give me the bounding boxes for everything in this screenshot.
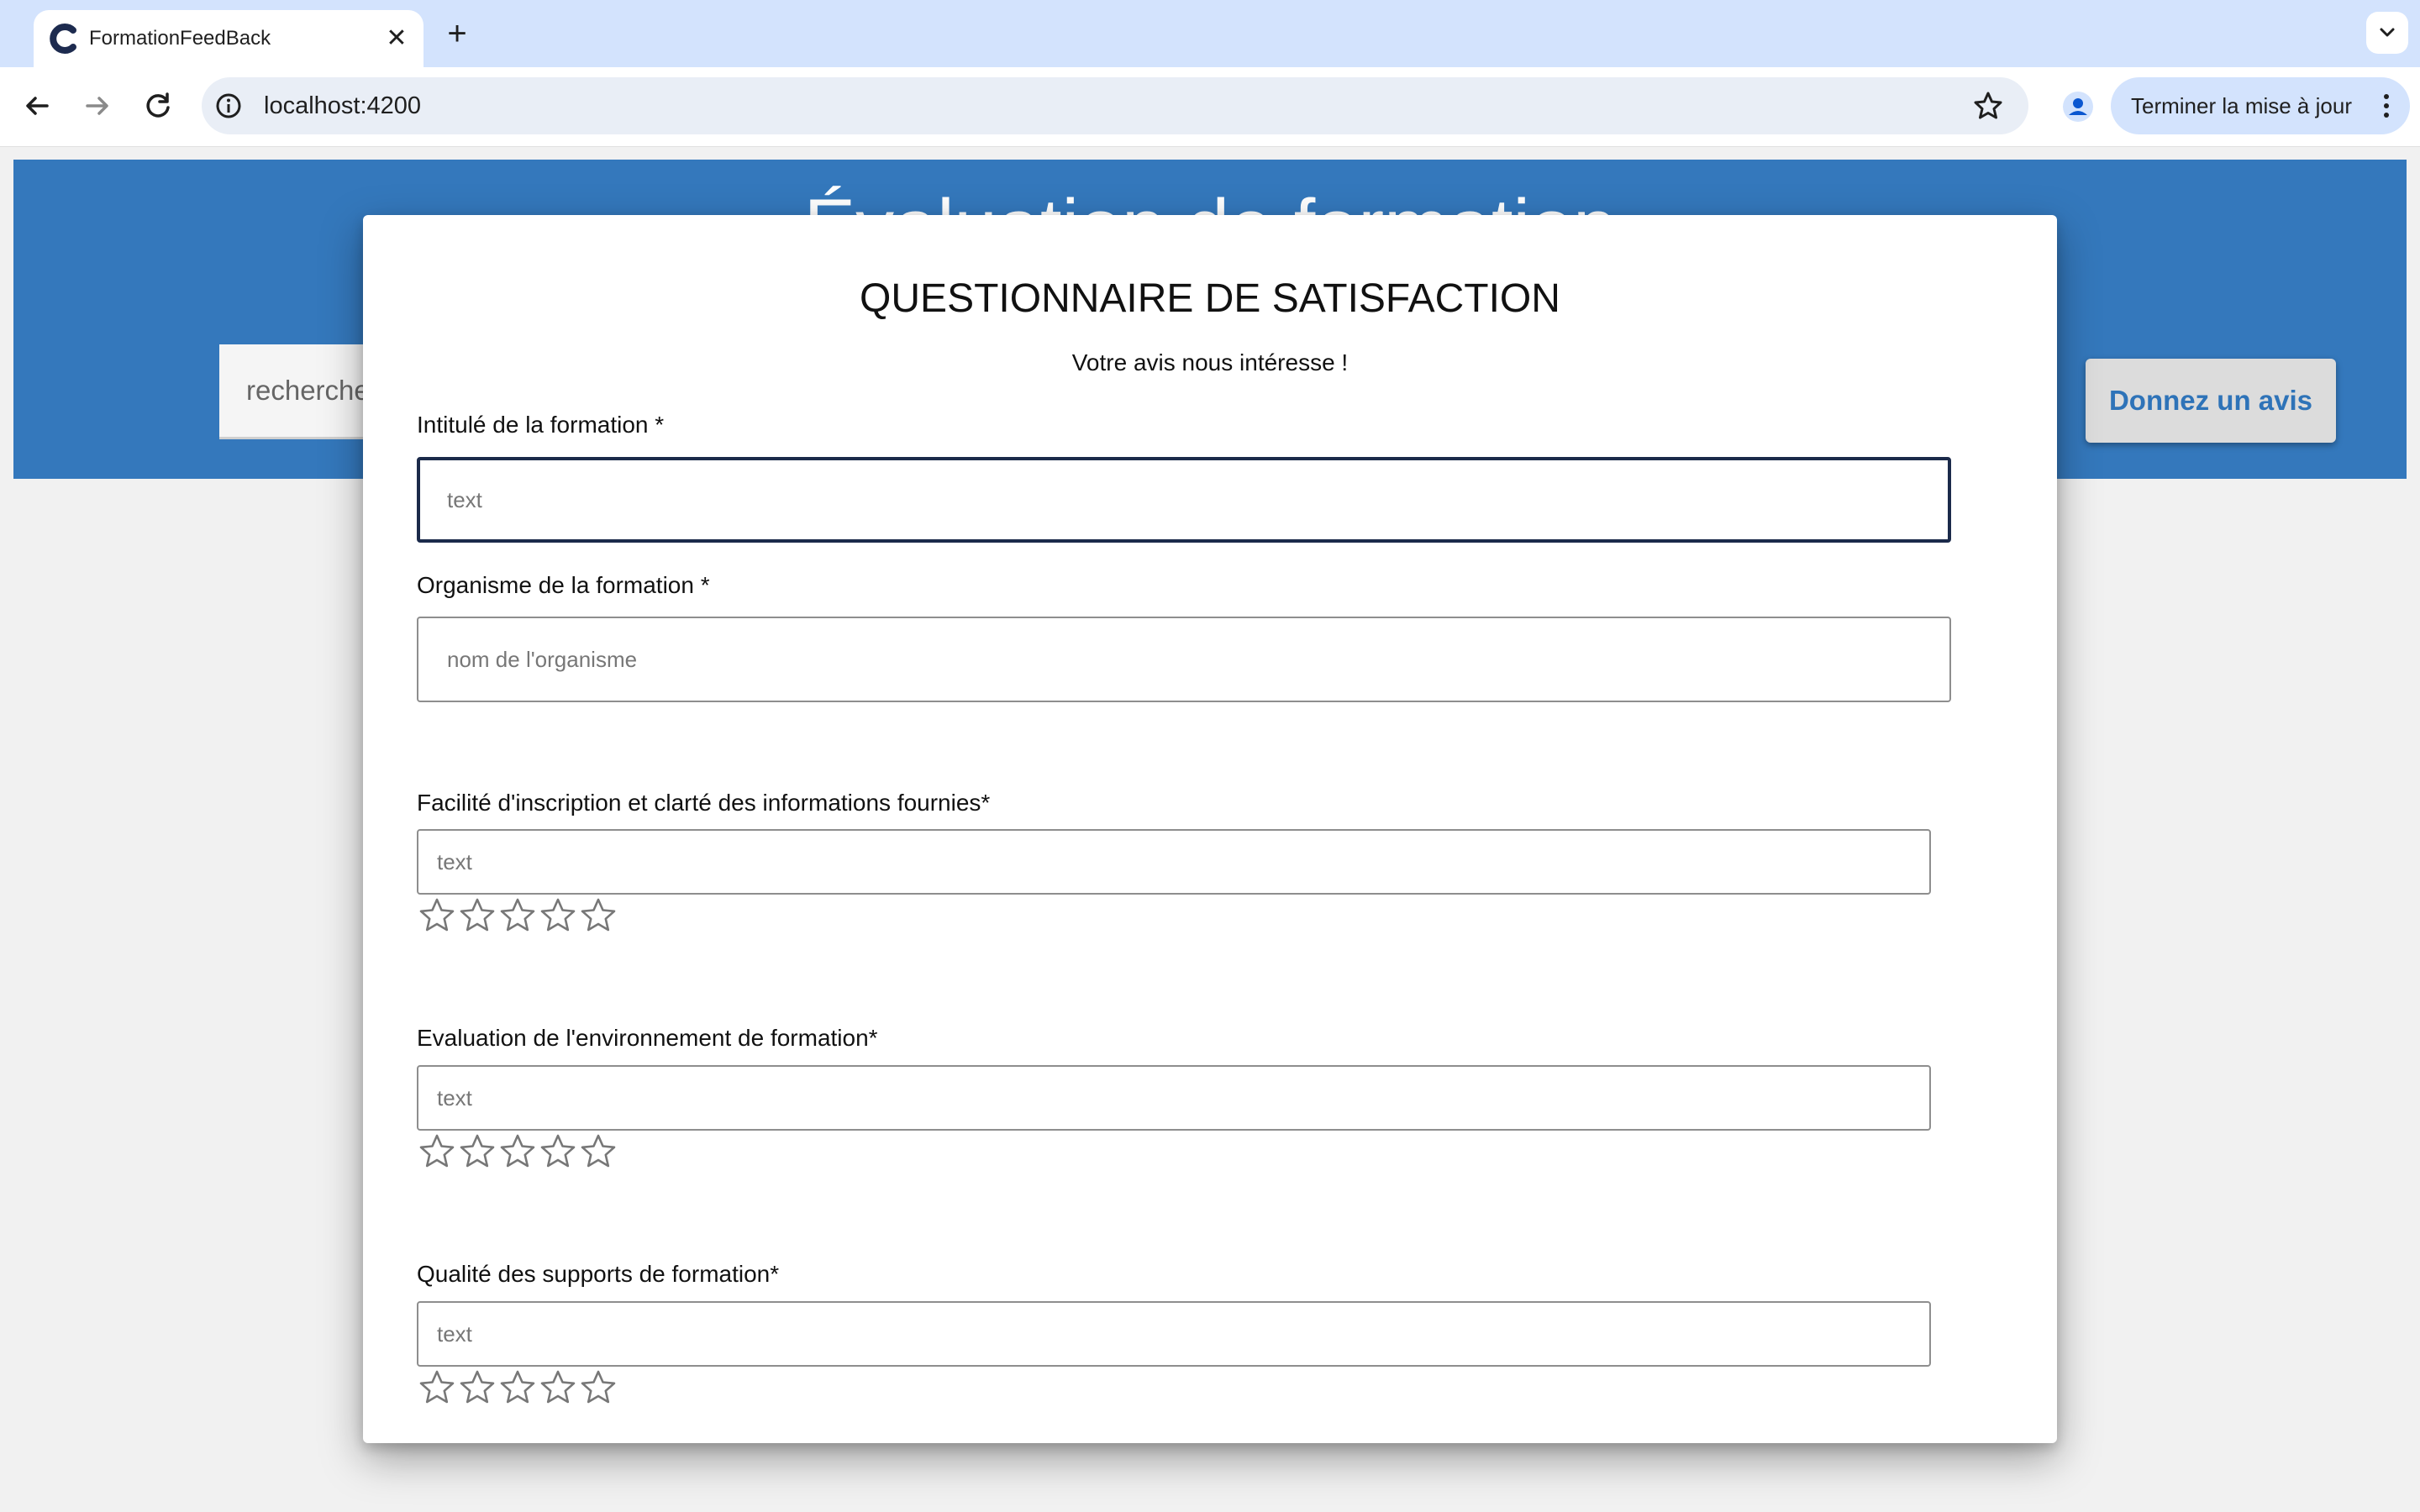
star-outline-icon[interactable] <box>418 1133 455 1170</box>
star-outline-icon[interactable] <box>459 1133 496 1170</box>
training-organization-label: Organisme de la formation * <box>417 572 710 598</box>
star-outline-icon[interactable] <box>459 897 496 934</box>
dialog-subtitle: Votre avis nous intéresse ! <box>1071 349 1349 375</box>
browser-tab-strip: FormationFeedBack ✕ + <box>0 0 2420 67</box>
registration-star-rating[interactable] <box>418 897 629 934</box>
browser-tab[interactable]: FormationFeedBack ✕ <box>34 10 424 67</box>
chevron-down-icon <box>2380 28 2395 37</box>
profile-icon[interactable] <box>2057 86 2099 128</box>
materials-star-rating[interactable] <box>418 1369 629 1406</box>
registration-comment-input[interactable] <box>417 829 1931 895</box>
star-outline-icon[interactable] <box>580 1369 617 1406</box>
satisfaction-dialog: QUESTIONNAIRE DE SATISFACTION Votre avis… <box>363 215 2057 1443</box>
star-outline-icon[interactable] <box>499 1133 536 1170</box>
info-icon[interactable] <box>213 91 244 121</box>
close-icon[interactable]: ✕ <box>380 22 413 55</box>
url-text[interactable]: localhost:4200 <box>264 77 421 134</box>
dialog-title: QUESTIONNAIRE DE SATISFACTION <box>860 276 1560 321</box>
tab-search-button[interactable] <box>2366 12 2408 54</box>
star-outline-icon[interactable] <box>580 897 617 934</box>
browser-toolbar: localhost:4200 Terminer la mise à jour <box>0 67 2420 147</box>
star-outline-icon[interactable] <box>418 1369 455 1406</box>
address-bar[interactable]: localhost:4200 <box>202 77 2028 134</box>
star-outline-icon[interactable] <box>499 1369 536 1406</box>
environment-rating-label: Evaluation de l'environnement de formati… <box>417 1025 878 1051</box>
back-arrow-icon[interactable] <box>17 86 57 126</box>
training-title-label: Intitulé de la formation * <box>417 412 665 438</box>
training-organization-input[interactable] <box>417 617 1951 702</box>
tab-title: FormationFeedBack <box>89 27 271 50</box>
environment-comment-input[interactable] <box>417 1065 1931 1131</box>
reload-icon[interactable] <box>138 86 178 126</box>
plus-icon[interactable]: + <box>439 15 476 52</box>
search-placeholder: recherche <box>246 375 370 406</box>
update-label: Terminer la mise à jour <box>2131 93 2352 118</box>
star-outline-icon[interactable] <box>539 1133 576 1170</box>
star-outline-icon[interactable] <box>459 1369 496 1406</box>
forward-arrow-icon[interactable] <box>77 86 118 126</box>
materials-rating-label: Qualité des supports de formation* <box>417 1261 780 1287</box>
bookmark-star-icon[interactable] <box>1971 89 2005 123</box>
training-title-input[interactable] <box>417 457 1951 543</box>
materials-comment-input[interactable] <box>417 1301 1931 1367</box>
star-outline-icon[interactable] <box>539 1369 576 1406</box>
star-outline-icon[interactable] <box>418 897 455 934</box>
more-vert-icon <box>2384 94 2389 118</box>
finish-update-button[interactable]: Terminer la mise à jour <box>2111 77 2410 134</box>
app-favicon-icon <box>50 24 76 54</box>
star-outline-icon[interactable] <box>580 1133 617 1170</box>
star-outline-icon[interactable] <box>499 897 536 934</box>
give-feedback-button[interactable]: Donnez un avis <box>2086 359 2336 443</box>
star-outline-icon[interactable] <box>539 897 576 934</box>
environment-star-rating[interactable] <box>418 1133 629 1170</box>
registration-rating-label: Facilité d'inscription et clarté des inf… <box>417 790 991 816</box>
